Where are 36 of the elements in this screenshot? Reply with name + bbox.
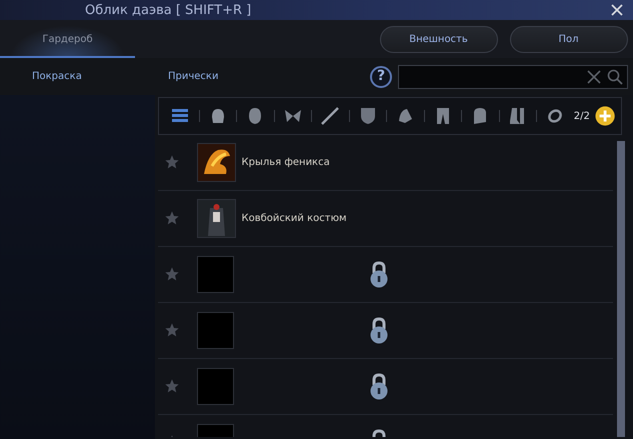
- list-icon[interactable]: [172, 109, 188, 123]
- header-button[interactable]: Внешность: [380, 26, 498, 52]
- padlock-icon: [368, 261, 388, 288]
- search-icon[interactable]: [606, 68, 622, 84]
- empty-slot: [196, 256, 234, 293]
- star-icon[interactable]: [164, 322, 180, 338]
- ring-icon[interactable]: [547, 108, 564, 124]
- search-field[interactable]: [398, 64, 628, 88]
- star-icon[interactable]: [164, 378, 180, 394]
- header-button[interactable]: Пол: [510, 26, 628, 52]
- star-icon[interactable]: [164, 266, 180, 282]
- empty-slot: [196, 368, 234, 405]
- star-icon[interactable]: [164, 154, 180, 170]
- sub-tab[interactable]: Прически: [168, 69, 218, 84]
- item-name[interactable]: Ковбойский костюм: [242, 211, 347, 226]
- help-button[interactable]: ?: [370, 66, 392, 88]
- boots-icon[interactable]: [508, 107, 527, 125]
- pants-icon[interactable]: [436, 107, 450, 125]
- wings-icon[interactable]: [282, 108, 303, 124]
- padlock-icon: [368, 317, 388, 344]
- item-name[interactable]: Крылья феникса: [242, 155, 330, 170]
- scrollbar[interactable]: [617, 141, 625, 437]
- add-icon[interactable]: [594, 105, 616, 127]
- window-title: Облик даэва [ SHIFT+R ]: [85, 4, 252, 16]
- empty-slot: [196, 312, 234, 349]
- slot-count: 2/2: [574, 110, 590, 124]
- close-icon[interactable]: [611, 4, 623, 16]
- sword-icon[interactable]: [320, 107, 340, 125]
- padlock-icon: [368, 373, 388, 400]
- sub-tab[interactable]: Покраска: [32, 69, 82, 84]
- shield-icon[interactable]: [360, 107, 376, 125]
- clear-icon[interactable]: [586, 70, 600, 84]
- helmet-icon[interactable]: [247, 107, 264, 125]
- phoenix-thumbnail: [198, 144, 234, 181]
- star-icon[interactable]: [164, 210, 180, 226]
- costume-thumbnail: [198, 200, 234, 237]
